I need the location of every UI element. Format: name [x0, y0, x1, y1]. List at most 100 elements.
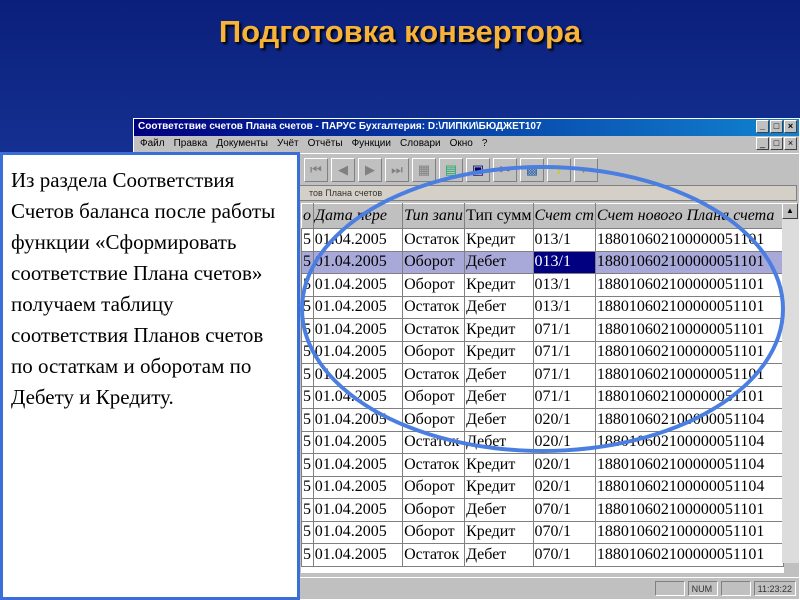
last-record-icon[interactable]: ⏭	[385, 157, 409, 182]
table-cell[interactable]: 5	[301, 318, 314, 342]
exit-icon[interactable]: ⇦	[574, 157, 598, 182]
table-cell[interactable]: 188010602100000051101	[594, 520, 784, 544]
table-cell[interactable]: 5	[301, 250, 314, 274]
menu-item[interactable]: Документы	[216, 138, 268, 151]
table-cell[interactable]: 020/1	[532, 408, 596, 432]
doc-close-button[interactable]: ×	[784, 137, 797, 150]
table-cell[interactable]: 5	[301, 408, 314, 432]
menu-item[interactable]: Файл	[140, 138, 165, 151]
table-cell[interactable]: Оборот	[402, 498, 466, 522]
table-cell[interactable]: 188010602100000051104	[594, 408, 784, 432]
table-cell[interactable]: 01.04.2005	[312, 363, 404, 387]
table-row[interactable]: 5 01.04.2005 Остаток Дебет 070/1 188010602100…	[301, 543, 784, 567]
table-cell[interactable]: 188010602100000051101	[594, 318, 784, 342]
table-cell[interactable]: 188010602100000051101	[594, 273, 784, 297]
table-row[interactable]: 5 01.04.2005 Остаток Кредит 071/1 18801060210…	[301, 318, 784, 342]
table-cell[interactable]: Оборот	[402, 273, 466, 297]
table-cell[interactable]: Оборот	[402, 385, 466, 409]
table-cell[interactable]: 188010602100000051101	[594, 385, 784, 409]
table-row[interactable]: 5 01.04.2005 Оборот Кредит 071/1 188010602100…	[301, 340, 784, 364]
prev-record-icon[interactable]: ◀	[331, 157, 355, 182]
table-cell[interactable]: Дебет	[464, 543, 534, 567]
table-row[interactable]: 5 01.04.2005 Оборот Кредит 020/1 188010602100…	[301, 475, 784, 499]
table-cell[interactable]: 01.04.2005	[312, 273, 404, 297]
menu-item[interactable]: Правка	[174, 138, 208, 151]
table-row[interactable]: 5 01.04.2005 Остаток Дебет 020/1 188010602100…	[301, 430, 784, 454]
table-cell[interactable]: 5	[301, 363, 314, 387]
table-cell[interactable]: 188010602100000051101	[594, 295, 784, 319]
table-cell[interactable]: 01.04.2005	[312, 340, 404, 364]
table-cell[interactable]: 070/1	[532, 498, 596, 522]
table-row[interactable]: 5 01.04.2005 Оборот Дебет 013/1 1880106021000…	[301, 250, 784, 274]
table-cell[interactable]: Дебет	[464, 408, 534, 432]
column-header[interactable]: о	[301, 203, 314, 229]
table-cell[interactable]: 01.04.2005	[312, 475, 404, 499]
table-row[interactable]: 5 01.04.2005 Остаток Дебет 013/1 188010602100…	[301, 295, 784, 319]
table-cell[interactable]: Дебет	[464, 385, 534, 409]
table-cell[interactable]: Остаток	[402, 453, 466, 477]
menu-item[interactable]: ?	[482, 138, 488, 151]
table-cell[interactable]: 5	[301, 430, 314, 454]
column-header[interactable]: Тип сумм	[464, 203, 534, 229]
system-icon[interactable]: ▩	[520, 157, 544, 182]
table-cell[interactable]: Оборот	[402, 250, 466, 274]
table-cell[interactable]: 01.04.2005	[312, 498, 404, 522]
table-row[interactable]: 5 01.04.2005 Оборот Кредит 013/1 188010602100…	[301, 273, 784, 297]
table-cell[interactable]: 188010602100000051104	[594, 475, 784, 499]
table-cell[interactable]: Оборот	[402, 340, 466, 364]
table-cell[interactable]: 5	[301, 453, 314, 477]
table-cell[interactable]: 01.04.2005	[312, 385, 404, 409]
column-header[interactable]: Дата пере	[312, 203, 404, 229]
table-cell[interactable]: 188010602100000051104	[594, 453, 784, 477]
table-row[interactable]: 5 01.04.2005 Оборот Кредит 070/1 188010602100…	[301, 520, 784, 544]
table-cell[interactable]: 5	[301, 543, 314, 567]
menu-item[interactable]: Окно	[450, 138, 473, 151]
table-row[interactable]: 5 01.04.2005 Остаток Кредит 020/1 18801060210…	[301, 453, 784, 477]
table-cell[interactable]: 5	[301, 273, 314, 297]
menu-item[interactable]: Учёт	[277, 138, 299, 151]
table-cell[interactable]: 188010602100000051104	[594, 430, 784, 454]
column-header[interactable]: Счет нового Плана счета	[594, 203, 784, 229]
data-grid[interactable]: о Дата пере Тип запи Тип сумм Счет ст Счет но…	[301, 203, 784, 573]
table-cell[interactable]: 020/1	[532, 453, 596, 477]
table-cell[interactable]: 5	[301, 385, 314, 409]
table-cell[interactable]: 5	[301, 228, 314, 252]
help-icon[interactable]: ?	[547, 157, 571, 182]
table-icon[interactable]: ▦	[412, 157, 436, 182]
table-cell[interactable]: 5	[301, 340, 314, 364]
doc-restore-button[interactable]: □	[770, 137, 783, 150]
table-row[interactable]: 5 01.04.2005 Оборот Дебет 020/1 1880106021000…	[301, 408, 784, 432]
table-cell[interactable]: 01.04.2005	[312, 295, 404, 319]
calculator-icon[interactable]: ▤	[439, 157, 463, 182]
table-cell[interactable]: 071/1	[532, 385, 596, 409]
table-cell[interactable]: 01.04.2005	[312, 228, 404, 252]
table-cell[interactable]: Кредит	[464, 453, 534, 477]
table-cell[interactable]: Дебет	[464, 250, 534, 274]
table-row[interactable]: 5 01.04.2005 Оборот Дебет 070/1 1880106021000…	[301, 498, 784, 522]
table-cell[interactable]: 013/1	[532, 250, 596, 274]
table-cell[interactable]: 01.04.2005	[312, 453, 404, 477]
table-cell[interactable]: 071/1	[532, 318, 596, 342]
table-cell[interactable]: 01.04.2005	[312, 250, 404, 274]
table-cell[interactable]: Остаток	[402, 363, 466, 387]
tools-icon[interactable]: ✂	[493, 157, 517, 182]
table-cell[interactable]: Остаток	[402, 430, 466, 454]
table-cell[interactable]: Оборот	[402, 520, 466, 544]
minimize-button[interactable]: _	[756, 120, 769, 133]
table-cell[interactable]: Кредит	[464, 228, 534, 252]
table-cell[interactable]: Остаток	[402, 318, 466, 342]
table-cell[interactable]: 01.04.2005	[312, 543, 404, 567]
table-cell[interactable]: 188010602100000051101	[594, 543, 784, 567]
close-button[interactable]: ×	[784, 120, 797, 133]
table-cell[interactable]: Оборот	[402, 408, 466, 432]
vertical-scrollbar[interactable]: ▲	[782, 203, 799, 563]
table-cell[interactable]: 5	[301, 475, 314, 499]
table-cell[interactable]: Кредит	[464, 318, 534, 342]
table-cell[interactable]: Кредит	[464, 273, 534, 297]
table-cell[interactable]: 5	[301, 520, 314, 544]
menu-item[interactable]: Словари	[400, 138, 441, 151]
table-cell[interactable]: 070/1	[532, 520, 596, 544]
maximize-button[interactable]: □	[770, 120, 783, 133]
table-cell[interactable]: Остаток	[402, 543, 466, 567]
next-record-icon[interactable]: ▶	[358, 157, 382, 182]
